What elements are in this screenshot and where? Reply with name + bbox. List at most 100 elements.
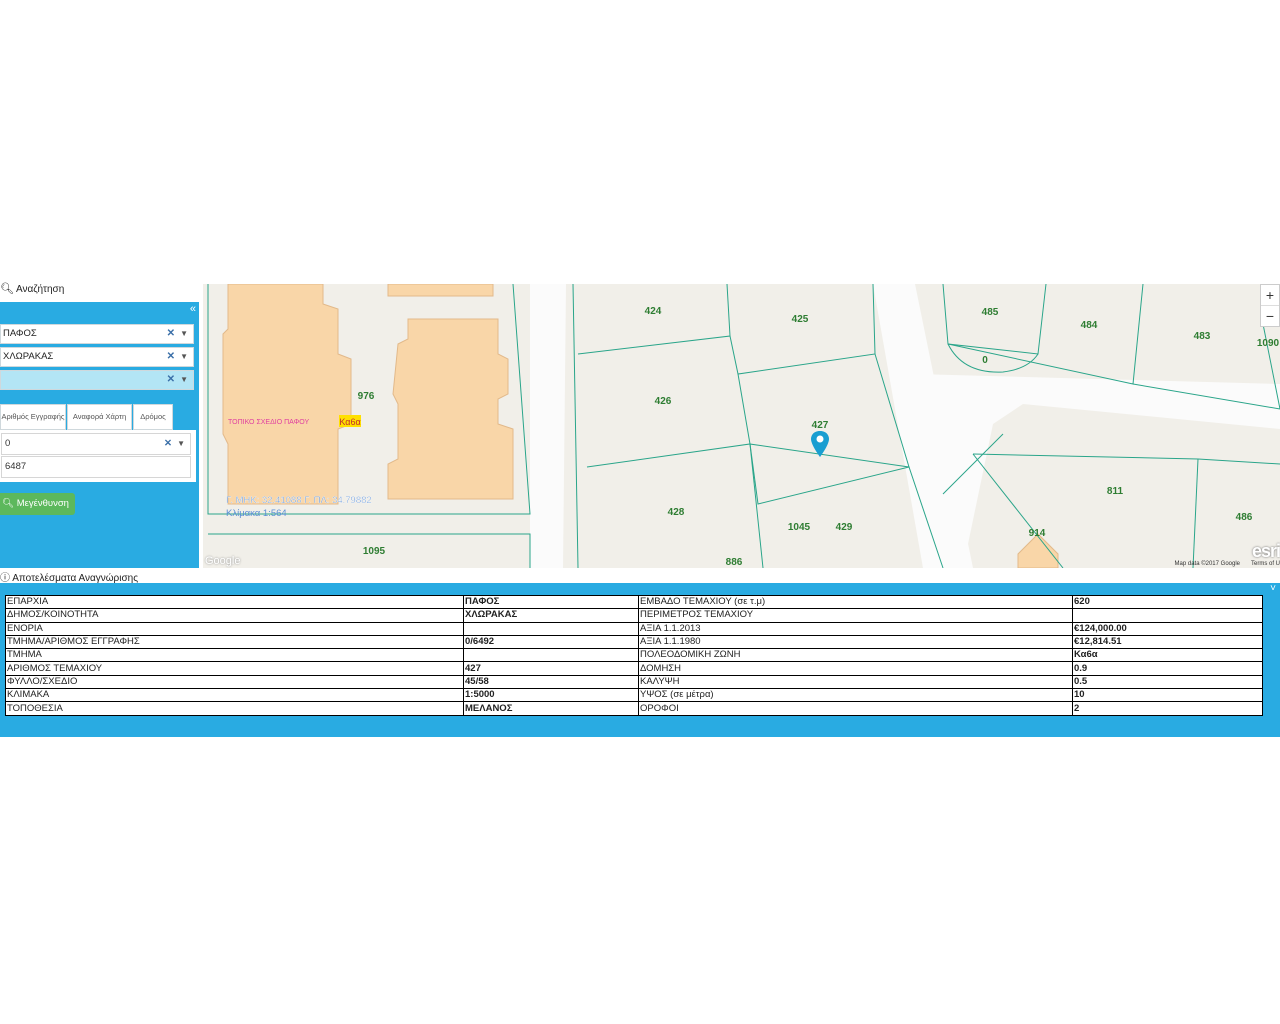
zoom-out-button[interactable]: −	[1261, 305, 1279, 326]
field-label: ΥΨΟΣ (σε μέτρα)	[638, 688, 1073, 703]
municipality-value: ΧΛΩΡΑΚΑΣ	[3, 351, 54, 362]
tab-registration[interactable]: Αριθμός Εγγραφής	[0, 404, 66, 430]
parcel-label: 426	[655, 396, 672, 407]
parcel-label: 427	[812, 420, 829, 431]
field-value: €124,000.00	[1072, 621, 1263, 636]
field-value: 427	[463, 661, 639, 676]
field-label: ΤΟΠΟΘΕΣΙΑ	[5, 701, 464, 716]
field-value: ΧΛΩΡΑΚΑΣ	[463, 608, 639, 623]
field-label: ΠΟΛΕΟΔΟΜΙΚΗ ΖΩΝΗ	[638, 648, 1073, 663]
esri-logo: esri	[1251, 541, 1280, 561]
google-logo: Google	[205, 555, 241, 567]
search-title: Αναζήτηση	[15, 284, 65, 295]
results-panel: ˅ ΕΠΑΡΧΙΑ ΠΑΦΟΣ ΕΜΒΑΔΟ ΤΕΜΑΧΙΟΥ (σε τ.μ) 62…	[0, 583, 1280, 737]
field-label: ΕΜΒΑΔΟ ΤΕΜΑΧΙΟΥ (σε τ.μ)	[638, 594, 1073, 610]
field-label: ΕΝΟΡΙΑ	[5, 621, 464, 636]
parcel-label: 811	[1107, 486, 1124, 497]
field-value: 45/58	[463, 674, 639, 690]
coords-label: Γ. ΜΗΚ: 32.41088 Γ. ΠΛ: 34.79882	[226, 495, 372, 506]
table-row: ΤΜΗΜΑ ΠΟΛΕΟΔΟΜΙΚΗ ΖΩΝΗ Κα6α	[5, 648, 1263, 663]
collapse-results-icon[interactable]: ˅	[1270, 583, 1276, 594]
field-label: ΤΜΗΜΑ	[5, 648, 464, 663]
zoom-control: + −	[1260, 284, 1280, 327]
table-row: ΔΗΜΟΣ/ΚΟΙΝΟΤΗΤΑ ΧΛΩΡΑΚΑΣ ΠΕΡΙΜΕΤΡΟΣ ΤΕΜΑΧΙ…	[5, 608, 1263, 623]
collapse-icon[interactable]: «	[190, 303, 196, 315]
field-label: ΤΜΗΜΑ/ΑΡΙΘΜΟΣ ΕΓΓΡΑΦΗΣ	[5, 634, 464, 650]
table-row: ΤΜΗΜΑ/ΑΡΙΘΜΟΣ ΕΓΓΡΑΦΗΣ 0/6492 ΑΞΙΑ 1.1.198…	[5, 634, 1263, 650]
clear-district-icon[interactable]: ✕	[167, 325, 175, 343]
field-value: ΠΑΦΟΣ	[463, 594, 639, 610]
table-row: ΕΝΟΡΙΑ ΑΞΙΑ 1.1.2013 €124,000.00	[5, 621, 1263, 636]
field-value	[463, 621, 639, 636]
parcel-label: 0	[982, 355, 988, 366]
quarter-select[interactable]: ✕ ▼	[0, 370, 194, 390]
clear-block-icon[interactable]: ✕	[164, 434, 172, 454]
field-label: ΟΡΟΦΟΙ	[638, 701, 1073, 716]
field-label: ΦΥΛΛΟ/ΣΧΕΔΙΟ	[5, 674, 464, 690]
results-header: ⓘ Αποτελέσματα Αναγνώρισης	[0, 569, 138, 584]
registration-panel: 0 ✕ ▼ 6487	[0, 430, 196, 482]
field-value: ΜΕΛΑΝΟΣ	[463, 701, 639, 716]
field-value: 0.9	[1072, 661, 1263, 676]
block-value: 0	[5, 438, 11, 449]
parcel-label: 425	[792, 314, 809, 325]
tab-street[interactable]: Δρόμος	[133, 404, 173, 430]
parcel-label: 914	[1029, 528, 1046, 539]
parcel-label: 484	[1081, 320, 1098, 331]
field-value: 10	[1072, 688, 1263, 703]
map-canvas: 424 425 426 427 428 429 1045 886 976 109…	[207, 284, 1280, 568]
table-row: ΚΛΙΜΑΚΑ 1:5000 ΥΨΟΣ (σε μέτρα) 10	[5, 688, 1263, 703]
search-header: 🔍︎ Αναζήτηση	[0, 282, 200, 298]
field-label: ΑΡΙΘΜΟΣ ΤΕΜΑΧΙΟΥ	[5, 661, 464, 676]
parcel-label: 1095	[363, 546, 386, 557]
chevron-down-icon[interactable]: ▼	[177, 434, 185, 454]
map-view[interactable]: 424 425 426 427 428 429 1045 886 976 109…	[203, 284, 1280, 568]
field-value: 0.5	[1072, 674, 1263, 690]
parcel-label: 483	[1194, 331, 1211, 342]
field-label: ΠΕΡΙΜΕΤΡΟΣ ΤΕΜΑΧΙΟΥ	[638, 608, 1073, 623]
zoom-button[interactable]: 🔍︎ Μεγένθυνση	[0, 493, 75, 515]
field-label: ΚΑΛΥΨΗ	[638, 674, 1073, 690]
zoom-button-label: Μεγένθυνση	[16, 498, 69, 509]
parcel-label: 1090	[1257, 338, 1280, 349]
results-table: ΕΠΑΡΧΙΑ ΠΑΦΟΣ ΕΜΒΑΔΟ ΤΕΜΑΧΙΟΥ (σε τ.μ) 620 Δ…	[5, 594, 1263, 716]
chevron-down-icon[interactable]: ▼	[180, 371, 188, 389]
field-value: 1:5000	[463, 688, 639, 703]
parcel-label: 1045	[788, 522, 811, 533]
field-label: ΑΞΙΑ 1.1.1980	[638, 634, 1073, 650]
field-value: €12,814.51	[1072, 634, 1263, 650]
registration-number-input[interactable]: 6487	[1, 456, 191, 478]
scale-label: Κλίμακα 1:564	[226, 508, 287, 519]
table-row: ΤΟΠΟΘΕΣΙΑ ΜΕΛΑΝΟΣ ΟΡΟΦΟΙ 2	[5, 701, 1263, 716]
zoom-in-button[interactable]: +	[1261, 285, 1279, 305]
table-row: ΕΠΑΡΧΙΑ ΠΑΦΟΣ ΕΜΒΑΔΟ ΤΕΜΑΧΙΟΥ (σε τ.μ) 620	[5, 594, 1263, 610]
search-icon: 🔍︎	[0, 283, 14, 295]
chevron-down-icon[interactable]: ▼	[180, 348, 188, 366]
field-label: ΔΟΜΗΣΗ	[638, 661, 1073, 676]
parcel-label: 486	[1236, 512, 1253, 523]
field-value: Κα6α	[1072, 648, 1263, 663]
district-select[interactable]: ΠΑΦΟΣ ✕ ▼	[0, 324, 194, 344]
parcel-label: 424	[645, 306, 662, 317]
tab-map-reference[interactable]: Αναφορά Χάρτη	[67, 404, 132, 430]
field-value: 620	[1072, 594, 1263, 610]
parcel-label: 485	[982, 307, 999, 318]
plan-label: ΤΟΠΙΚΟ ΣΧΕΔΙΟ ΠΑΦΟΥ	[228, 419, 309, 426]
table-row: ΑΡΙΘΜΟΣ ΤΕΜΑΧΙΟΥ 427 ΔΟΜΗΣΗ 0.9	[5, 661, 1263, 676]
field-label: ΔΗΜΟΣ/ΚΟΙΝΟΤΗΤΑ	[5, 608, 464, 623]
parcel-label: 976	[358, 391, 375, 402]
field-value: 2	[1072, 701, 1263, 716]
chevron-down-icon[interactable]: ▼	[180, 325, 188, 343]
field-label: ΚΛΙΜΑΚΑ	[5, 688, 464, 703]
map-attribution: Map data ©2017 Google	[1174, 561, 1240, 567]
clear-municipality-icon[interactable]: ✕	[167, 348, 175, 366]
block-select[interactable]: 0 ✕ ▼	[1, 433, 191, 455]
municipality-select[interactable]: ΧΛΩΡΑΚΑΣ ✕ ▼	[0, 347, 194, 367]
field-value: 0/6492	[463, 634, 639, 650]
field-value	[463, 648, 639, 663]
parcel-label: 886	[726, 557, 743, 568]
district-value: ΠΑΦΟΣ	[3, 328, 37, 339]
search-icon: 🔍︎	[2, 498, 15, 509]
zone-label: Κα6α	[339, 417, 360, 427]
clear-quarter-icon[interactable]: ✕	[167, 371, 175, 389]
